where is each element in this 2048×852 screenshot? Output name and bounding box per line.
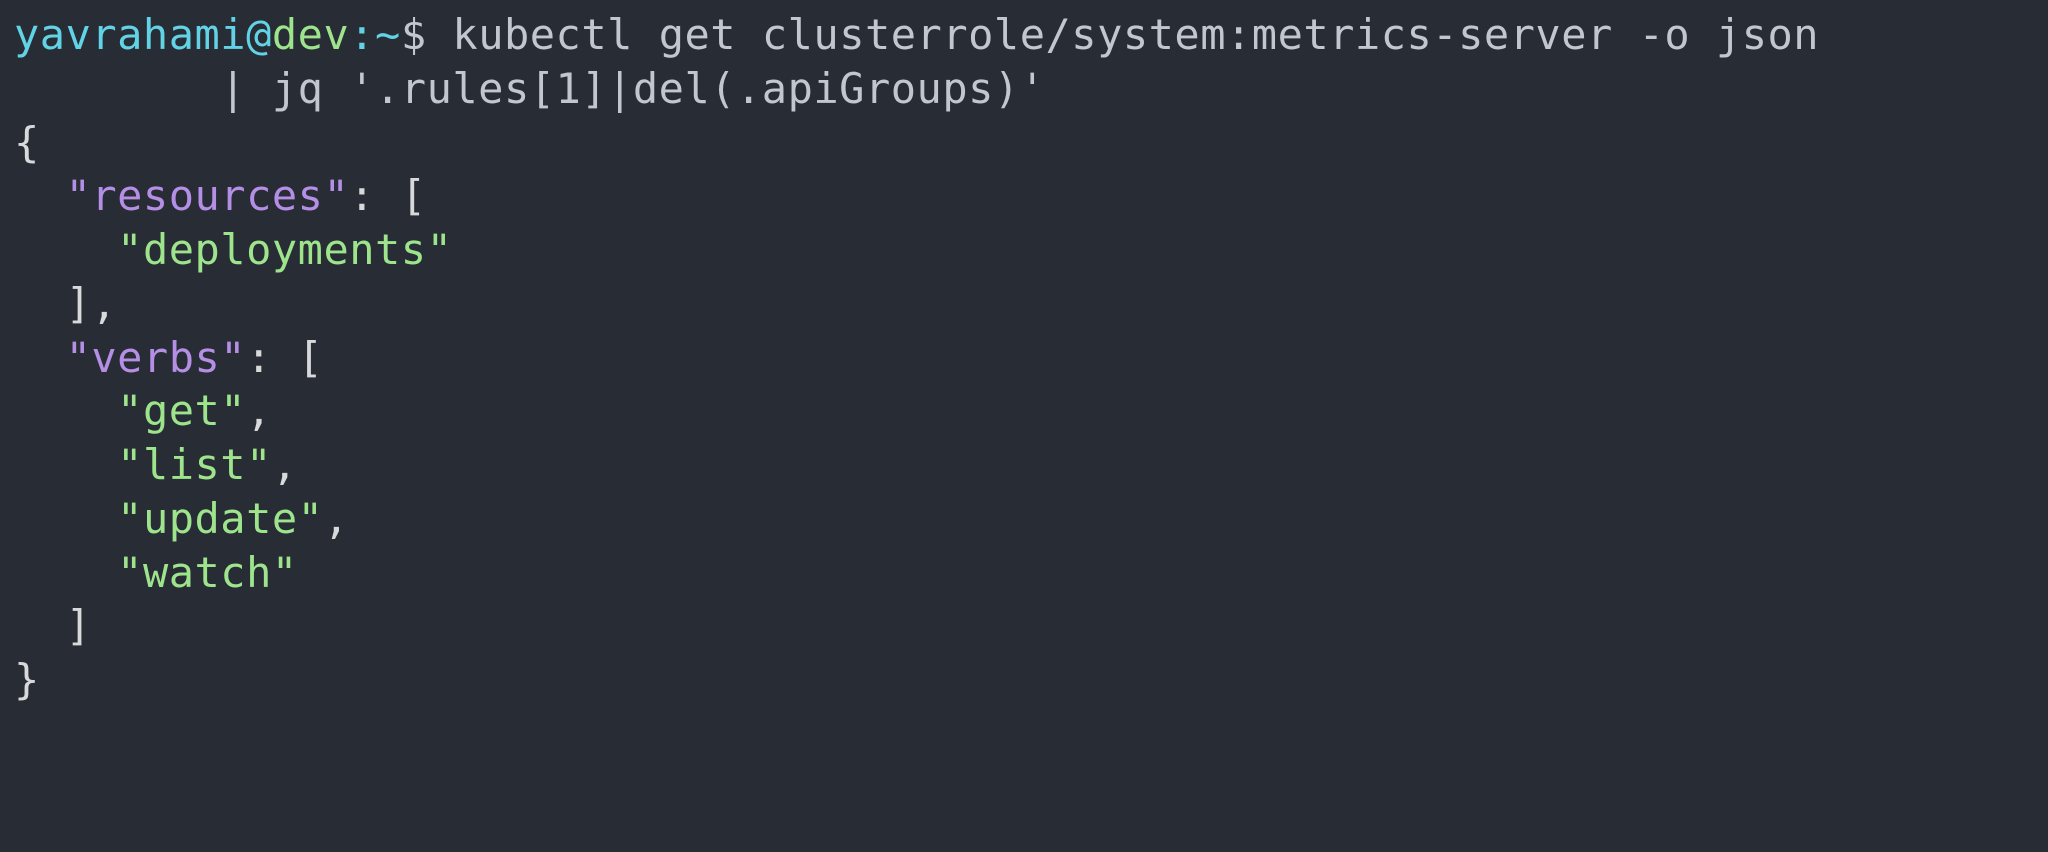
prompt-path: ~ bbox=[375, 10, 401, 59]
indent bbox=[14, 386, 117, 435]
json-key-verbs: "verbs" bbox=[66, 333, 247, 382]
json-comma: , bbox=[272, 440, 298, 489]
json-open-brace: { bbox=[14, 118, 40, 167]
json-verbs-1: "list" bbox=[117, 440, 272, 489]
json-colon: : bbox=[246, 333, 298, 382]
indent bbox=[14, 548, 117, 597]
json-verbs-0: "get" bbox=[117, 386, 246, 435]
prompt-sep: : bbox=[349, 10, 375, 59]
prompt-dollar: $ bbox=[401, 10, 427, 59]
prompt-user: yavrahami bbox=[14, 10, 246, 59]
json-comma: , bbox=[246, 386, 272, 435]
prompt-host: dev bbox=[272, 10, 349, 59]
indent bbox=[14, 225, 117, 274]
shell-prompt: yavrahami@dev:~$ bbox=[14, 10, 427, 59]
indent bbox=[14, 440, 117, 489]
json-key-resources: "resources" bbox=[66, 171, 350, 220]
json-open-bracket: [ bbox=[298, 333, 324, 382]
command-line-1: kubectl get clusterrole/system:metrics-s… bbox=[427, 10, 1819, 59]
command-line-2: jq '.rules[1]|del(.apiGroups)' bbox=[272, 64, 1046, 113]
command-line-2-prefix: | bbox=[14, 64, 272, 113]
indent bbox=[14, 333, 66, 382]
json-comma: , bbox=[91, 279, 117, 328]
indent bbox=[14, 494, 117, 543]
prompt-at: @ bbox=[246, 10, 272, 59]
json-close-brace: } bbox=[14, 655, 40, 704]
json-close-bracket: ] bbox=[66, 279, 92, 328]
json-open-bracket: [ bbox=[401, 171, 427, 220]
indent bbox=[14, 601, 66, 650]
indent bbox=[14, 279, 66, 328]
json-resources-0: "deployments" bbox=[117, 225, 452, 274]
terminal-output[interactable]: yavrahami@dev:~$ kubectl get clusterrole… bbox=[0, 0, 2048, 721]
json-verbs-3: "watch" bbox=[117, 548, 298, 597]
json-colon: : bbox=[349, 171, 401, 220]
json-verbs-2: "update" bbox=[117, 494, 323, 543]
indent bbox=[14, 171, 66, 220]
json-comma: , bbox=[323, 494, 349, 543]
json-close-bracket: ] bbox=[66, 601, 92, 650]
